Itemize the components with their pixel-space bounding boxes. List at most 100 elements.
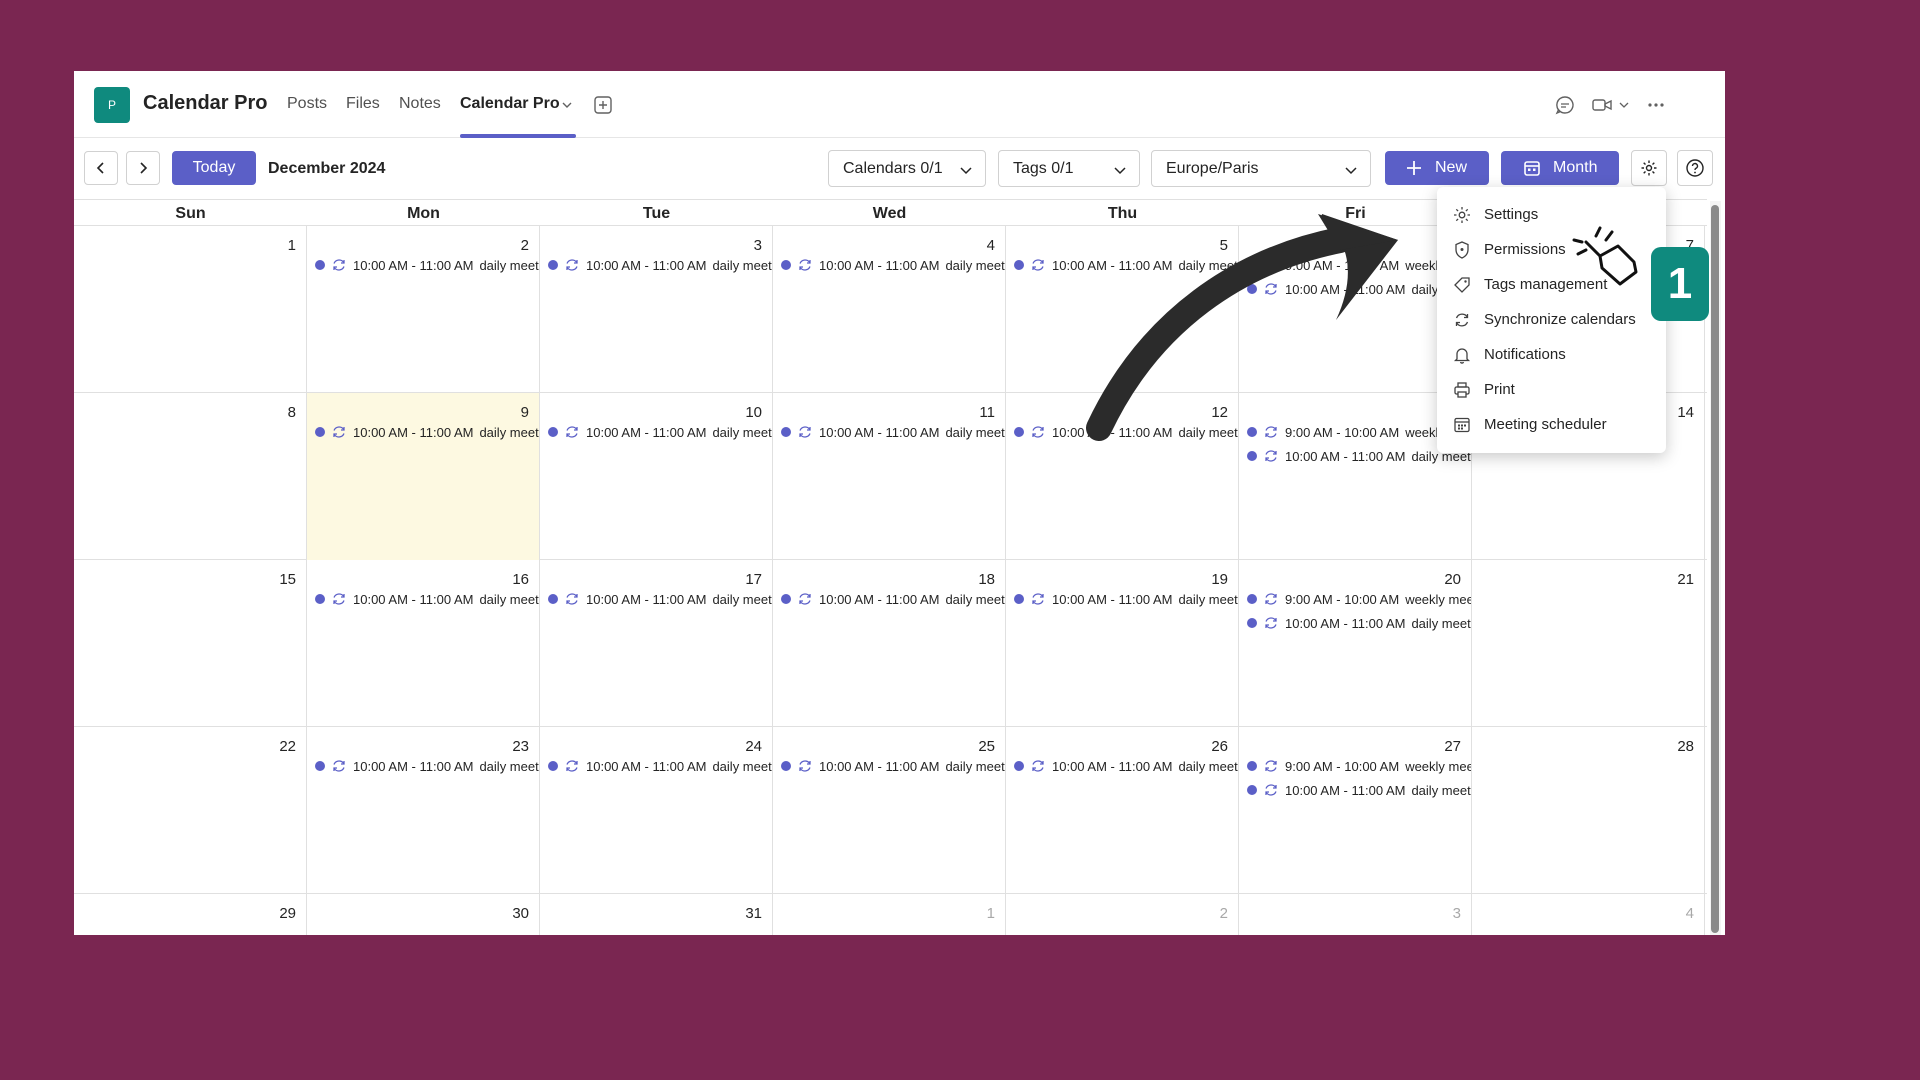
day-number: 4 [986, 237, 995, 254]
calendar-event[interactable]: 10:00 AM - 11:00 AM daily meeting [315, 256, 539, 274]
calendar-day-cell-today[interactable]: 9 10:00 AM - 11:00 AM daily meeting [307, 393, 540, 560]
calendar-day-cell[interactable]: 21 [1472, 560, 1705, 727]
calendar-day-cell[interactable]: 8 [74, 393, 307, 560]
calendar-event[interactable]: 10:00 AM - 11:00 AM daily meeting [781, 256, 1005, 274]
timezone-dropdown[interactable]: Europe/Paris [1151, 150, 1371, 187]
menu-item-tags-management[interactable]: Tags management [1437, 267, 1666, 302]
day-number: 22 [279, 738, 296, 755]
day-number: 28 [1677, 738, 1694, 755]
event-time: 10:00 AM - 11:00 AM [1285, 615, 1406, 631]
calendar-event[interactable]: 9:00 AM - 10:00 AM weekly meeting [1247, 590, 1471, 608]
calendar-event[interactable]: 9:00 AM - 10:00 AM weekly meeting [1247, 757, 1471, 775]
calendar-day-cell[interactable]: 4 [1472, 894, 1705, 935]
recurring-icon [333, 426, 345, 438]
calendar-event[interactable]: 10:00 AM - 11:00 AM daily meeting [315, 757, 539, 775]
add-tab-icon[interactable] [593, 95, 613, 115]
calendar-day-cell[interactable]: 27 9:00 AM - 10:00 AM weekly meeting 10:00 … [1239, 727, 1472, 894]
calendar-day-cell[interactable]: 15 [74, 560, 307, 727]
calendar-day-cell[interactable]: 28 [1472, 727, 1705, 894]
app-title: Calendar Pro [143, 92, 268, 114]
calendars-filter-dropdown[interactable]: Calendars 0/1 [828, 150, 986, 187]
calendar-day-cell[interactable]: 20 9:00 AM - 10:00 AM weekly meeting 10:00 … [1239, 560, 1472, 727]
calendar-day-cell[interactable]: 12 10:00 AM - 11:00 AM daily meeting [1006, 393, 1239, 560]
calendar-event[interactable]: 10:00 AM - 11:00 AM daily meeting [781, 590, 1005, 608]
menu-item-meeting-scheduler[interactable]: Meeting scheduler [1437, 407, 1666, 442]
calendar-day-cell[interactable]: 17 10:00 AM - 11:00 AM daily meeting [540, 560, 773, 727]
tab-chevron-down-icon[interactable] [561, 99, 573, 111]
calendar-event[interactable]: 10:00 AM - 11:00 AM daily meeting [548, 757, 772, 775]
calendar-event[interactable]: 10:00 AM - 11:00 AM daily meeting [781, 423, 1005, 441]
calendar-day-cell[interactable]: 10 10:00 AM - 11:00 AM daily meeting [540, 393, 773, 560]
recurring-icon [1265, 259, 1277, 271]
calendar-day-cell[interactable]: 29 [74, 894, 307, 935]
day-number: 29 [279, 905, 296, 922]
calendar-event[interactable]: 10:00 AM - 11:00 AM daily meeting [1014, 590, 1238, 608]
calendar-day-cell[interactable]: 4 10:00 AM - 11:00 AM daily meeting [773, 226, 1006, 393]
calendar-event[interactable]: 10:00 AM - 11:00 AM daily meeting [1247, 781, 1471, 799]
menu-item-permissions[interactable]: Permissions [1437, 232, 1666, 267]
previous-month-button[interactable] [84, 151, 118, 185]
day-number: 2 [520, 237, 529, 254]
video-chevron-down-icon[interactable] [1619, 100, 1629, 110]
tab-notes[interactable]: Notes [399, 95, 441, 113]
next-month-button[interactable] [126, 151, 160, 185]
calendar-day-cell[interactable]: 23 10:00 AM - 11:00 AM daily meeting [307, 727, 540, 894]
calendar-event[interactable]: 10:00 AM - 11:00 AM daily meeting [1014, 423, 1238, 441]
today-button[interactable]: Today [172, 151, 256, 185]
calendar-event[interactable]: 10:00 AM - 11:00 AM daily meeting [548, 256, 772, 274]
calendar-event[interactable]: 10:00 AM - 11:00 AM daily meeting [781, 757, 1005, 775]
calendar-event[interactable]: 10:00 AM - 11:00 AM daily meeting [1247, 614, 1471, 632]
calendar-event[interactable]: 10:00 AM - 11:00 AM daily meeting [548, 590, 772, 608]
event-color-dot [548, 260, 558, 270]
chat-icon[interactable] [1554, 94, 1576, 116]
event-title: daily meeting [945, 758, 1005, 774]
calendar-day-cell[interactable]: 19 10:00 AM - 11:00 AM daily meeting [1006, 560, 1239, 727]
calendar-day-cell[interactable]: 2 10:00 AM - 11:00 AM daily meeting [307, 226, 540, 393]
recurring-icon [1265, 426, 1277, 438]
more-options-icon[interactable] [1645, 94, 1667, 116]
calendar-day-cell[interactable]: 16 10:00 AM - 11:00 AM daily meeting [307, 560, 540, 727]
calendar-day-cell[interactable]: 2 [1006, 894, 1239, 935]
calendar-day-cell[interactable]: 11 10:00 AM - 11:00 AM daily meeting [773, 393, 1006, 560]
tags-filter-dropdown[interactable]: Tags 0/1 [998, 150, 1140, 187]
menu-item-notifications[interactable]: Notifications [1437, 337, 1666, 372]
event-color-dot [781, 594, 791, 604]
event-title: weekly meeting [1405, 591, 1471, 607]
calendar-day-cell[interactable]: 1 [773, 894, 1006, 935]
calendar-day-cell[interactable]: 25 10:00 AM - 11:00 AM daily meeting [773, 727, 1006, 894]
new-event-button[interactable]: New [1385, 151, 1489, 185]
settings-button[interactable] [1631, 150, 1667, 186]
calendar-day-cell[interactable]: 31 [540, 894, 773, 935]
menu-item-synchronize-calendars[interactable]: Synchronize calendars [1437, 302, 1666, 337]
event-title: daily meeting [1178, 257, 1238, 273]
calendar-day-cell[interactable]: 24 10:00 AM - 11:00 AM daily meeting [540, 727, 773, 894]
calendar-event[interactable]: 10:00 AM - 11:00 AM daily meeting [315, 590, 539, 608]
calendar-day-cell[interactable]: 3 [1239, 894, 1472, 935]
tab-posts[interactable]: Posts [287, 95, 327, 113]
calendar-event[interactable]: 10:00 AM - 11:00 AM daily meeting [1014, 256, 1238, 274]
calendar-event[interactable]: 10:00 AM - 11:00 AM daily meeting [315, 423, 539, 441]
scrollbar-thumb[interactable] [1711, 205, 1719, 933]
tab-calendar-pro[interactable]: Calendar Pro [460, 95, 560, 113]
event-time: 10:00 AM - 11:00 AM [586, 758, 707, 774]
calendar-day-cell[interactable]: 30 [307, 894, 540, 935]
calendar-day-cell[interactable]: 3 10:00 AM - 11:00 AM daily meeting [540, 226, 773, 393]
calendar-day-cell[interactable]: 22 [74, 727, 307, 894]
event-title: daily meeting [945, 257, 1005, 273]
calendar-day-cell[interactable]: 1 [74, 226, 307, 393]
calendar-day-cell[interactable]: 26 10:00 AM - 11:00 AM daily meeting [1006, 727, 1239, 894]
view-switch-button[interactable]: Month [1501, 151, 1619, 185]
event-color-dot [315, 260, 325, 270]
calendar-event[interactable]: 10:00 AM - 11:00 AM daily meeting [1014, 757, 1238, 775]
event-time: 10:00 AM - 11:00 AM [819, 257, 940, 273]
calendar-event[interactable]: 10:00 AM - 11:00 AM daily meeting [548, 423, 772, 441]
menu-item-settings[interactable]: Settings [1437, 197, 1666, 232]
video-call-icon[interactable] [1591, 94, 1613, 116]
calendar-day-cell[interactable]: 18 10:00 AM - 11:00 AM daily meeting [773, 560, 1006, 727]
tab-files[interactable]: Files [346, 95, 380, 113]
menu-item-print[interactable]: Print [1437, 372, 1666, 407]
calendar-day-cell[interactable]: 5 10:00 AM - 11:00 AM daily meeting [1006, 226, 1239, 393]
event-color-dot [1014, 260, 1024, 270]
help-button[interactable] [1677, 150, 1713, 186]
weekday-header: Wed [872, 205, 907, 222]
